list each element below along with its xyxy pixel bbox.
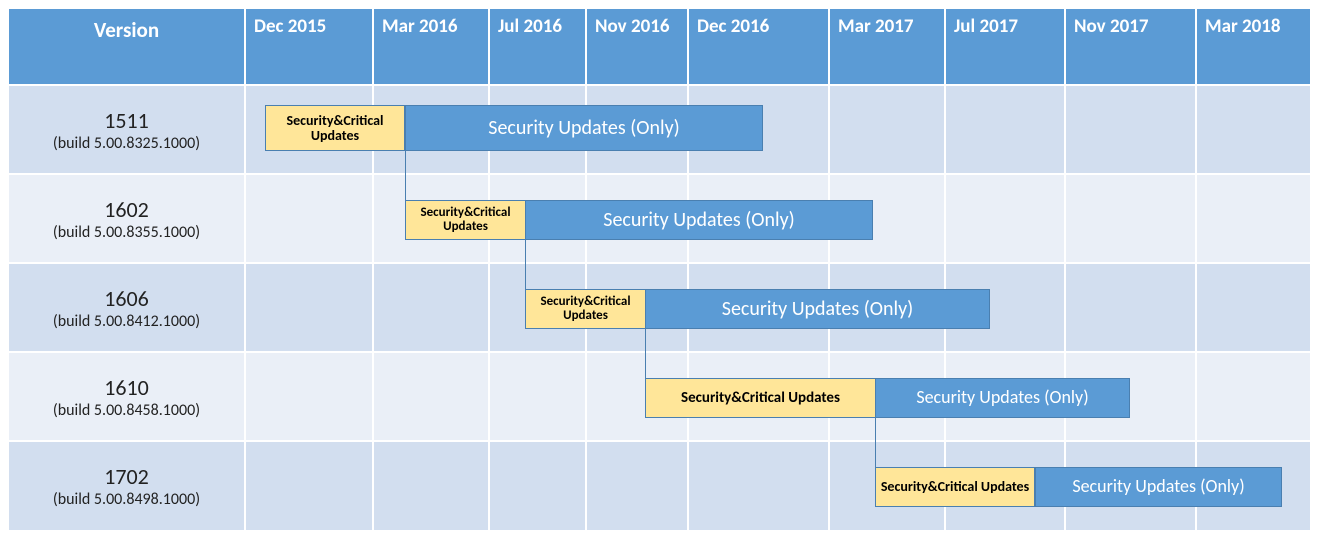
cell (373, 441, 489, 531)
header-version: Version (8, 8, 245, 85)
row-1606-version: 1606 (build 5.00.8412.1000) (8, 263, 245, 352)
header-col-6: Jul 2017 (945, 8, 1065, 85)
connector-line (525, 240, 526, 289)
version-name: 1610 (104, 374, 149, 401)
cell (1196, 85, 1311, 174)
cell (245, 174, 373, 263)
row-1610-version: 1610 (build 5.00.8458.1000) (8, 352, 245, 441)
support-timeline-chart: Version Dec 2015 Mar 2016 Jul 2016 Nov 2… (8, 8, 1311, 531)
header-col-3: Nov 2016 (586, 8, 688, 85)
header-col-4: Dec 2016 (688, 8, 829, 85)
bar-1610-critical: Security&Critical Updates (645, 378, 876, 418)
cell (1196, 352, 1311, 441)
cell (373, 263, 489, 352)
bar-1606-critical: Security&Critical Updates (525, 289, 646, 329)
cell (245, 263, 373, 352)
cell (1196, 263, 1311, 352)
version-build: (build 5.00.8355.1000) (53, 223, 200, 242)
cell (945, 174, 1065, 263)
cell (829, 85, 945, 174)
version-name: 1511 (104, 107, 149, 134)
connector-line (645, 329, 646, 378)
version-name: 1602 (104, 196, 149, 223)
header-col-0: Dec 2015 (245, 8, 373, 85)
cell (373, 352, 489, 441)
cell (489, 352, 586, 441)
row-1702-version: 1702 (build 5.00.8498.1000) (8, 441, 245, 531)
cell (688, 441, 829, 531)
version-name: 1606 (104, 285, 149, 312)
version-build: (build 5.00.8412.1000) (53, 312, 200, 331)
header-col-8: Mar 2018 (1196, 8, 1311, 85)
bar-1602-security: Security Updates (Only) (525, 200, 873, 240)
cell (1196, 174, 1311, 263)
cell (1065, 85, 1196, 174)
header-col-7: Nov 2017 (1065, 8, 1196, 85)
header-col-1: Mar 2016 (373, 8, 489, 85)
bar-1610-security: Security Updates (Only) (875, 378, 1130, 418)
version-build: (build 5.00.8458.1000) (53, 401, 200, 420)
cell (1065, 174, 1196, 263)
bar-1606-security: Security Updates (Only) (645, 289, 990, 329)
connector-line (875, 418, 876, 467)
header-col-2: Jul 2016 (489, 8, 586, 85)
cell (1065, 263, 1196, 352)
version-build: (build 5.00.8325.1000) (53, 134, 200, 153)
bar-1511-security: Security Updates (Only) (405, 105, 763, 151)
version-name: 1702 (104, 463, 149, 490)
cell (489, 441, 586, 531)
row-1511-version: 1511 (build 5.00.8325.1000) (8, 85, 245, 174)
bar-1511-critical: Security&Critical Updates (265, 105, 405, 151)
cell (945, 85, 1065, 174)
connector-line (405, 151, 406, 200)
header-col-5: Mar 2017 (829, 8, 945, 85)
cell (245, 441, 373, 531)
bar-1702-security: Security Updates (Only) (1035, 467, 1282, 507)
cell (586, 441, 688, 531)
bar-1702-critical: Security&Critical Updates (875, 467, 1035, 507)
bar-1602-critical: Security&Critical Updates (405, 200, 526, 240)
version-build: (build 5.00.8498.1000) (53, 490, 200, 509)
cell (245, 352, 373, 441)
row-1602-version: 1602 (build 5.00.8355.1000) (8, 174, 245, 263)
